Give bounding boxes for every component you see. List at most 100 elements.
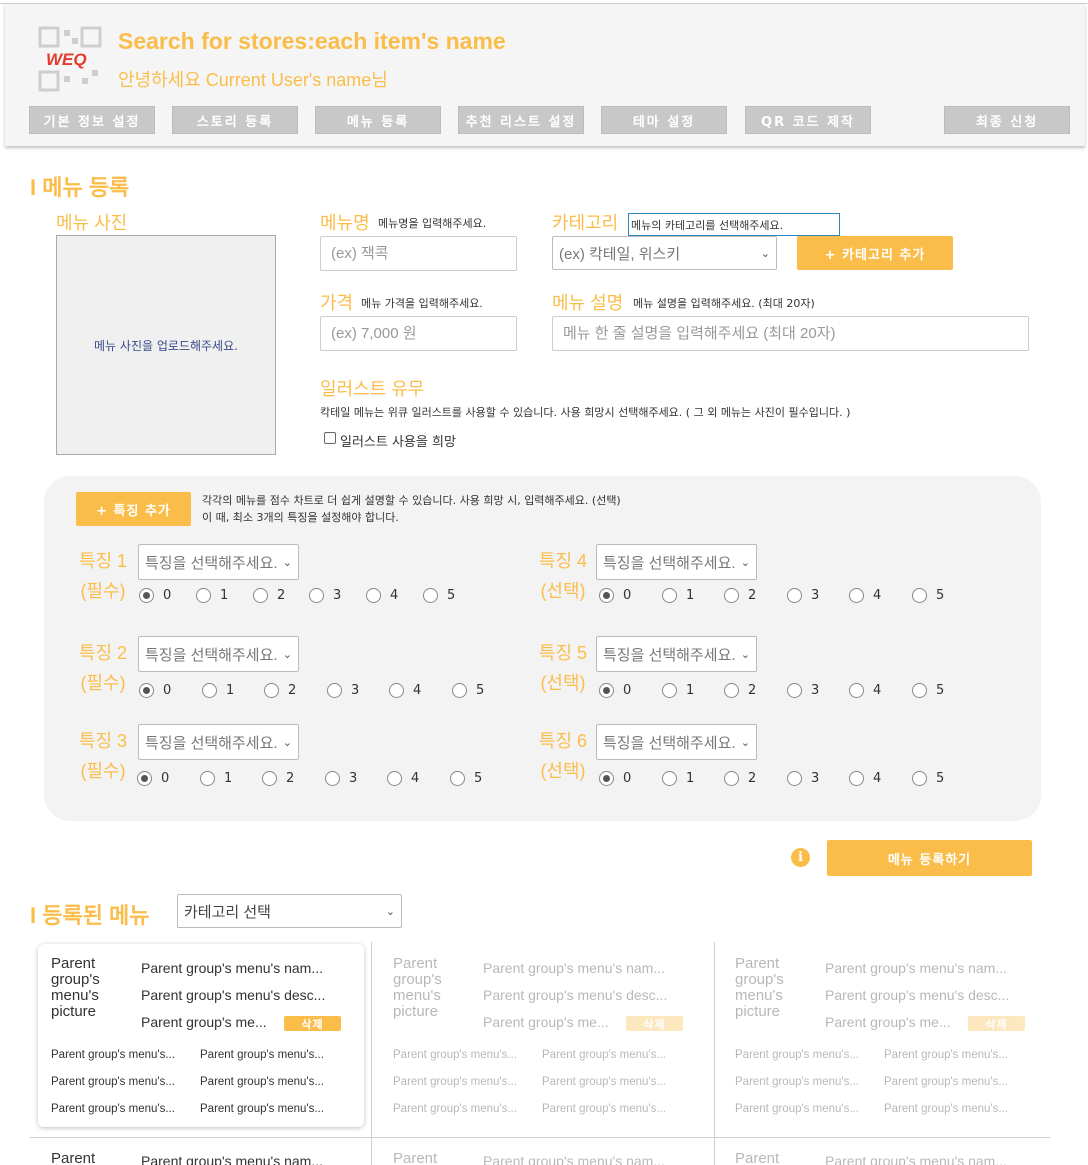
radio-label: 0 [623, 588, 632, 603]
menu-name-input[interactable]: (ex) 잭콕 [320, 236, 517, 271]
menu-card-extra: Parent group's me... [141, 1014, 267, 1030]
menu-card[interactable]: Parent group's menu's picture Parent grou… [722, 944, 1048, 1127]
menu-card-partial[interactable]: Parent group's menu's picture Parent grou… [38, 1149, 364, 1165]
trait-select-1[interactable]: 특징을 선택해주세요. ⌄ [138, 544, 299, 580]
weq-logo[interactable]: WEQ [38, 26, 102, 92]
radio-dot[interactable] [787, 771, 802, 786]
trait-score-group-6: 0 1 2 3 4 5 [0, 771, 1088, 791]
illust-checkbox-label[interactable]: 일러스트 사용을 희망 [340, 431, 456, 450]
menu-desc-input[interactable]: 메뉴 한 줄 설명을 입력해주세요 (최대 20자) [552, 316, 1029, 351]
trait-select-6[interactable]: 특징을 선택해주세요. ⌄ [596, 724, 757, 760]
radio-dot[interactable] [599, 588, 614, 603]
menu-card-partial[interactable]: Parent group's menu's picture Parent grou… [380, 1149, 706, 1165]
menu-card-trait: Parent group's menu's... [393, 1076, 517, 1088]
chevron-down-icon: ⌄ [282, 556, 292, 569]
radio-dot[interactable] [912, 771, 927, 786]
score-radio-3[interactable]: 3 [787, 683, 819, 698]
nav-theme[interactable]: 테마 설정 [601, 106, 727, 134]
radio-dot[interactable] [912, 683, 927, 698]
radio-dot[interactable] [662, 683, 677, 698]
menu-card-name: Parent group's menu's nam... [141, 960, 323, 976]
score-radio-4[interactable]: 4 [849, 588, 881, 603]
score-radio-1[interactable]: 1 [662, 683, 694, 698]
nav-basic-info[interactable]: 기본 정보 설정 [29, 106, 155, 134]
menu-card-trait: Parent group's menu's... [542, 1076, 666, 1088]
nav-menu[interactable]: 메뉴 등록 [315, 106, 441, 134]
menu-card-trait: Parent group's menu's... [735, 1049, 859, 1061]
trait-select-value: 특징을 선택해주세요. [603, 554, 736, 572]
category-select[interactable]: (ex) 칵테일, 위스키 ⌄ [552, 236, 777, 270]
trait-name: 특징 4 [538, 551, 588, 571]
delete-button[interactable]: 삭제 [626, 1016, 683, 1031]
radio-dot[interactable] [849, 771, 864, 786]
store-title: Search for stores:each item's name [118, 28, 506, 54]
score-radio-1[interactable]: 1 [662, 588, 694, 603]
trait-select-3[interactable]: 특징을 선택해주세요. ⌄ [138, 724, 299, 760]
score-radio-5[interactable]: 5 [912, 588, 944, 603]
menu-card-trait: Parent group's menu's... [735, 1103, 859, 1115]
trait-select-value: 특징을 선택해주세요. [603, 734, 736, 752]
menu-card[interactable]: Parent group's menu's picture Parent grou… [38, 944, 364, 1127]
add-category-button[interactable]: + 카테고리 추가 [797, 236, 953, 270]
trait-name: 특징 2 [78, 643, 128, 663]
section-title-menu-register: I 메뉴 등록 [30, 175, 130, 200]
radio-dot[interactable] [912, 588, 927, 603]
grid-divider [371, 942, 372, 1165]
radio-dot[interactable] [787, 683, 802, 698]
price-input[interactable]: (ex) 7,000 원 [320, 316, 517, 351]
score-radio-1[interactable]: 1 [662, 771, 694, 786]
radio-dot[interactable] [599, 683, 614, 698]
radio-dot[interactable] [724, 588, 739, 603]
nav-story[interactable]: 스토리 등록 [172, 106, 298, 134]
menu-card-trait: Parent group's menu's... [200, 1076, 324, 1088]
menu-card[interactable]: Parent group's menu's picture Parent grou… [380, 944, 706, 1127]
trait-select-2[interactable]: 특징을 선택해주세요. ⌄ [138, 636, 299, 672]
score-radio-2[interactable]: 2 [724, 588, 756, 603]
nav-recommend[interactable]: 추천 리스트 설정 [458, 106, 584, 134]
score-radio-2[interactable]: 2 [724, 771, 756, 786]
score-radio-4[interactable]: 4 [849, 683, 881, 698]
radio-label: 3 [811, 771, 820, 786]
menu-card-picture: Parent group's menu's picture [735, 1150, 780, 1165]
radio-dot[interactable] [662, 588, 677, 603]
score-radio-3[interactable]: 3 [787, 588, 819, 603]
nav-final[interactable]: 최종 신청 [944, 106, 1070, 134]
photo-upload-area[interactable]: 메뉴 사진을 업로드해주세요. [56, 235, 276, 455]
registered-category-select[interactable]: 카테고리 선택 ⌄ [177, 894, 402, 928]
score-radio-0[interactable]: 0 [599, 588, 631, 603]
radio-dot[interactable] [724, 683, 739, 698]
menu-card-name: Parent group's menu's nam... [141, 1153, 323, 1165]
radio-dot[interactable] [724, 771, 739, 786]
menu-card-trait: Parent group's menu's... [884, 1049, 1008, 1061]
radio-dot[interactable] [662, 771, 677, 786]
menu-desc-label: 메뉴 설명 [552, 293, 624, 313]
score-radio-5[interactable]: 5 [912, 771, 944, 786]
nav-qr[interactable]: QR 코드 제작 [745, 106, 871, 134]
score-radio-4[interactable]: 4 [849, 771, 881, 786]
score-radio-3[interactable]: 3 [787, 771, 819, 786]
menu-card-partial[interactable]: Parent group's menu's picture Parent grou… [722, 1149, 1048, 1165]
add-trait-button[interactable]: + 특징 추가 [76, 492, 191, 526]
info-icon[interactable]: i [791, 848, 810, 867]
category-select-value: (ex) 칵테일, 위스키 [559, 245, 681, 263]
score-radio-0[interactable]: 0 [599, 683, 631, 698]
score-radio-2[interactable]: 2 [724, 683, 756, 698]
score-radio-5[interactable]: 5 [912, 683, 944, 698]
illust-checkbox[interactable] [324, 432, 336, 444]
submit-menu-button[interactable]: 메뉴 등록하기 [827, 840, 1032, 876]
user-greeting: 안녕하세요 Current User's name님 [118, 70, 388, 90]
radio-dot[interactable] [849, 588, 864, 603]
score-radio-0[interactable]: 0 [599, 771, 631, 786]
radio-label: 3 [811, 683, 820, 698]
trait-select-5[interactable]: 특징을 선택해주세요. ⌄ [596, 636, 757, 672]
chevron-down-icon: ⌄ [282, 736, 292, 749]
menu-card-name: Parent group's menu's nam... [483, 960, 665, 976]
delete-button[interactable]: 삭제 [968, 1016, 1025, 1031]
menu-card-picture: Parent group's menu's picture [393, 1150, 438, 1165]
radio-dot[interactable] [849, 683, 864, 698]
radio-dot[interactable] [599, 771, 614, 786]
radio-dot[interactable] [787, 588, 802, 603]
chevron-down-icon: ⌄ [385, 905, 395, 918]
trait-select-4[interactable]: 특징을 선택해주세요. ⌄ [596, 544, 757, 580]
delete-button[interactable]: 삭제 [284, 1016, 341, 1031]
